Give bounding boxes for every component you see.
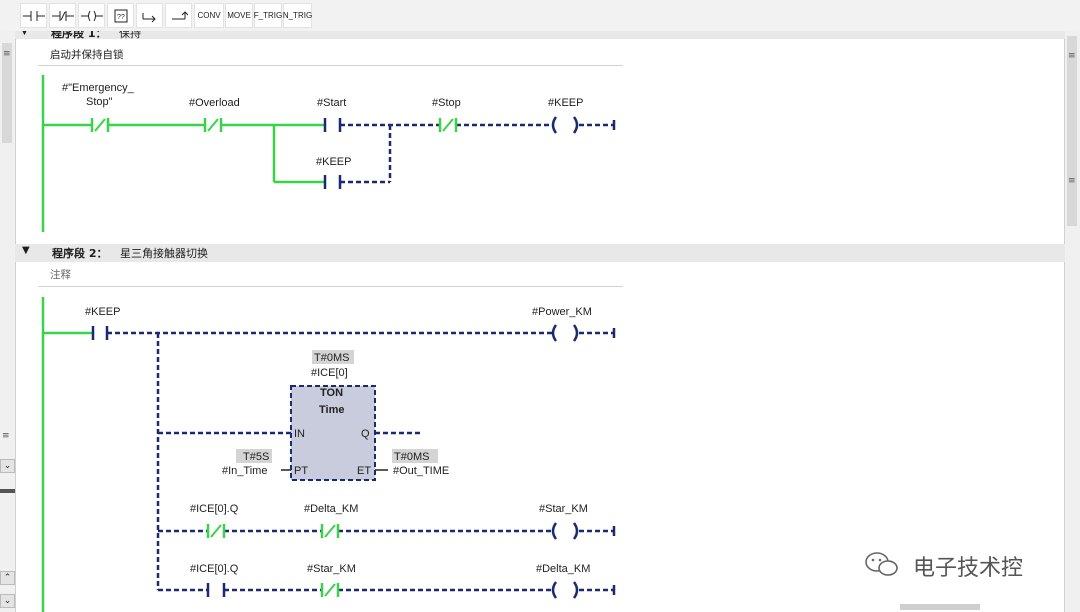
- horizontal-scroll-thumb[interactable]: [900, 604, 980, 610]
- overload-contact[interactable]: [203, 118, 223, 132]
- keep-label: #KEEP: [85, 306, 120, 318]
- pin-in: IN: [294, 428, 305, 440]
- keep-coil-label: #KEEP: [548, 97, 583, 109]
- star-km-coil-label: #Star_KM: [539, 503, 588, 515]
- stop-contact[interactable]: [438, 118, 458, 132]
- right-scroll-thumb[interactable]: [1067, 36, 1077, 226]
- star-km-label-2: #Star_KM: [307, 563, 356, 575]
- pin-et: ET: [357, 465, 371, 477]
- grip-icon-right-2: ≡: [1068, 176, 1076, 186]
- keep-contact[interactable]: [91, 326, 109, 340]
- keep-coil[interactable]: [551, 116, 579, 134]
- timer-time-value: T#0MS: [314, 352, 349, 364]
- power-km-coil[interactable]: [551, 324, 579, 342]
- pt-variable: #In_Time: [222, 465, 267, 477]
- watermark-text: 电子技术控: [913, 556, 1024, 581]
- pin-q: Q: [361, 428, 370, 440]
- stop-label: #Stop: [432, 97, 461, 109]
- start-contact[interactable]: [323, 118, 342, 132]
- timer-instance-label: #ICE[0]: [311, 367, 348, 379]
- emergency-stop-contact[interactable]: [90, 118, 110, 132]
- et-value: T#0MS: [394, 451, 429, 463]
- delta-km-coil-label: #Delta_KM: [536, 563, 590, 575]
- ice-q-label-1: #ICE[0].Q: [190, 503, 239, 515]
- start-label: #Start: [317, 97, 346, 109]
- emergency-stop-label-2: Stop": [86, 96, 113, 108]
- pin-pt: PT: [294, 465, 308, 477]
- pt-value: T#5S: [243, 451, 269, 463]
- ladder-canvas: #"Emergency_ Stop" #Overload #Start #Sto…: [41, 75, 616, 612]
- wechat-logo-icon: [862, 549, 902, 579]
- keep-contact-seal[interactable]: [323, 175, 342, 189]
- right-scrollbar[interactable]: ≡ ≡: [1064, 31, 1080, 612]
- emergency-stop-label-1: #"Emergency_: [62, 82, 135, 94]
- et-variable: #Out_TIME: [393, 465, 449, 477]
- star-km-nc-contact[interactable]: [320, 583, 340, 597]
- ice-q-no-contact[interactable]: [206, 583, 226, 597]
- overload-label: #Overload: [189, 97, 240, 109]
- timer-type: TON: [320, 387, 343, 399]
- delta-km-coil[interactable]: [551, 581, 579, 599]
- star-km-coil[interactable]: [551, 522, 579, 540]
- ice-q-label-2: #ICE[0].Q: [190, 563, 239, 575]
- keep-contact-label: #KEEP: [316, 156, 351, 168]
- timer-subtype: Time: [319, 404, 344, 416]
- delta-km-nc-contact[interactable]: [320, 524, 340, 538]
- ice-q-nc-contact[interactable]: [206, 524, 226, 538]
- power-km-label: #Power_KM: [532, 306, 592, 318]
- delta-km-label-1: #Delta_KM: [304, 503, 358, 515]
- grip-icon-right: ≡: [1068, 51, 1076, 61]
